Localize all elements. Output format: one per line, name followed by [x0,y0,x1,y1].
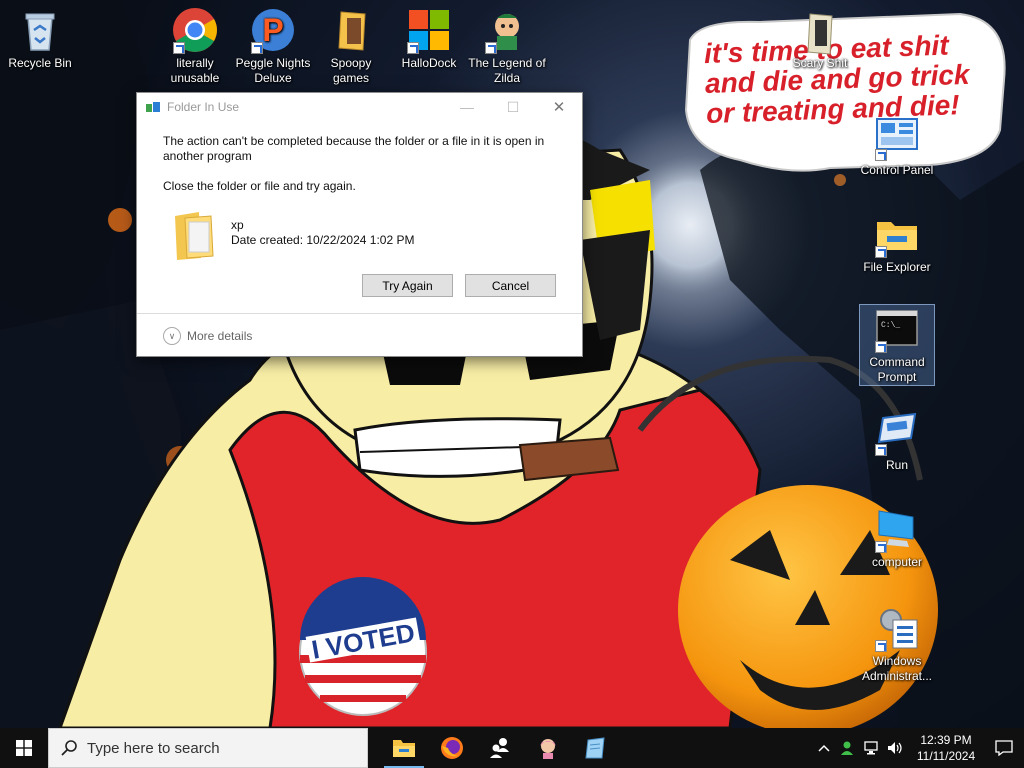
taskbar-notepad[interactable] [572,728,620,768]
desktop-icon-recycle-bin[interactable]: Recycle Bin [0,6,80,71]
desktop-icon-label: Run [885,458,908,472]
volume-icon [888,742,902,754]
shortcut-arrow-icon [875,541,887,553]
system-tray: 12:39 PM 11/11/2024 [812,728,1024,768]
recycle-bin-icon [25,13,55,51]
shortcut-arrow-icon [251,42,263,54]
folder-icon [175,212,214,260]
start-button[interactable] [0,728,48,768]
chevron-down-icon: ∨ [163,327,181,345]
explorer-app-icon [146,102,160,112]
dialog-titlebar[interactable]: Folder In Use — ☐ ✕ [137,93,582,121]
desktop-icon-label: The Legend of Zilda [468,56,546,85]
desktop-icon-computer[interactable]: computer [857,505,937,570]
notification-icon [995,740,1013,756]
firefox-icon [441,737,463,759]
svg-text:C:\_: C:\_ [881,321,900,330]
file-name: xp [231,218,244,232]
clock-date: 11/11/2024 [916,749,976,763]
tray-user-app[interactable] [836,728,860,768]
dialog-title: Folder In Use [167,100,240,114]
shortcut-arrow-icon [407,42,419,54]
shortcut-arrow-icon [875,640,887,652]
shortcut-arrow-icon [875,444,887,456]
search-box[interactable]: Type here to search [48,728,368,768]
chevron-up-icon [818,744,830,752]
tray-volume[interactable] [884,728,908,768]
desktop-icon-label: computer [871,555,923,569]
desktop-icon-label: Command Prompt [869,355,925,384]
desktop-icon-spoopy-games[interactable]: Spoopy games [311,6,391,86]
desktop-icon-label: Spoopy games [330,56,372,85]
desktop-icon-label: literally unusable [170,56,220,85]
cancel-button[interactable]: Cancel [465,274,556,297]
file-details: xp Date created: 10/22/2024 1:02 PM [231,218,414,262]
taskbar-anime-app[interactable] [524,728,572,768]
dialog-buttons: Try Again Cancel [362,274,556,297]
desktop-icon-scary-shit[interactable]: Scary Shit [780,10,860,71]
file-date-created: Date created: 10/22/2024 1:02 PM [231,233,415,247]
desktop-icon-peggle[interactable]: P Peggle Nights Deluxe [233,6,313,86]
desktop[interactable]: I VOTED it's time to eat shit and die an… [0,0,1024,728]
dialog-body: The action can't be completed because th… [137,121,582,262]
dialog-message: The action can't be completed because th… [163,134,545,163]
svg-text:P: P [262,12,283,48]
desktop-icon-label: HalloDock [401,56,457,70]
desktop-icon-run[interactable]: Run [857,408,937,473]
taskbar-firefox[interactable] [428,728,476,768]
more-details-label: More details [187,329,253,343]
shortcut-arrow-icon [875,341,887,353]
desktop-icon-admin-tools[interactable]: Windows Administrat... [857,604,937,684]
notepad-icon [585,737,605,759]
maximize-button[interactable]: ☐ [490,93,536,121]
desktop-icon-control-panel[interactable]: Control Panel [857,113,937,178]
file-explorer-icon [393,740,415,757]
taskbar-people[interactable] [476,728,524,768]
desktop-icon-label: Control Panel [860,163,934,177]
taskbar-clock[interactable]: 12:39 PM 11/11/2024 [908,732,984,764]
taskbar: Type here to search 12:39 PM 11/11/2024 [0,728,1024,768]
windows-start-icon [16,740,32,756]
desktop-icon-file-explorer[interactable]: File Explorer [857,210,937,275]
shortcut-arrow-icon [875,149,887,161]
desktop-icon-zilda[interactable]: The Legend of Zilda [467,6,547,86]
more-details-toggle[interactable]: ∨ More details [163,327,252,345]
shortcut-arrow-icon [173,42,185,54]
desktop-icon-label: File Explorer [863,260,931,274]
desktop-icon-label: Recycle Bin [8,56,72,70]
taskbar-file-explorer[interactable] [380,728,428,768]
file-info-row: xp Date created: 10/22/2024 1:02 PM [171,206,556,262]
desktop-icon-label: Scary Shit [792,56,848,70]
search-placeholder: Type here to search [87,739,220,757]
folder-icon [807,13,833,55]
shortcut-arrow-icon [485,42,497,54]
dialog-separator [137,313,582,314]
minimize-button[interactable]: — [444,93,490,121]
desktop-icon-hallodock[interactable]: HalloDock [389,6,469,71]
tray-network[interactable] [860,728,884,768]
folder-in-use-dialog[interactable]: Folder In Use — ☐ ✕ The action can't be … [136,92,583,357]
close-button[interactable]: ✕ [536,93,582,121]
clock-time: 12:39 PM [920,733,972,747]
desktop-icon-label: Windows Administrat... [861,654,933,683]
shortcut-arrow-icon [875,246,887,258]
network-icon [864,741,878,755]
people-icon [490,738,509,758]
notification-center-button[interactable] [984,728,1024,768]
search-icon [61,740,77,756]
desktop-icon-label: Peggle Nights Deluxe [235,56,311,85]
desktop-icon-chrome[interactable]: literally unusable [155,6,235,86]
show-hidden-icons-button[interactable] [812,728,836,768]
try-again-button[interactable]: Try Again [362,274,453,297]
dialog-instruction: Close the folder or file and try again. [163,179,356,193]
anime-girl-icon [540,739,556,759]
desktop-icon-command-prompt[interactable]: C:\_ Command Prompt [859,304,935,386]
folder-icon [338,11,366,51]
user-status-icon [841,741,853,755]
